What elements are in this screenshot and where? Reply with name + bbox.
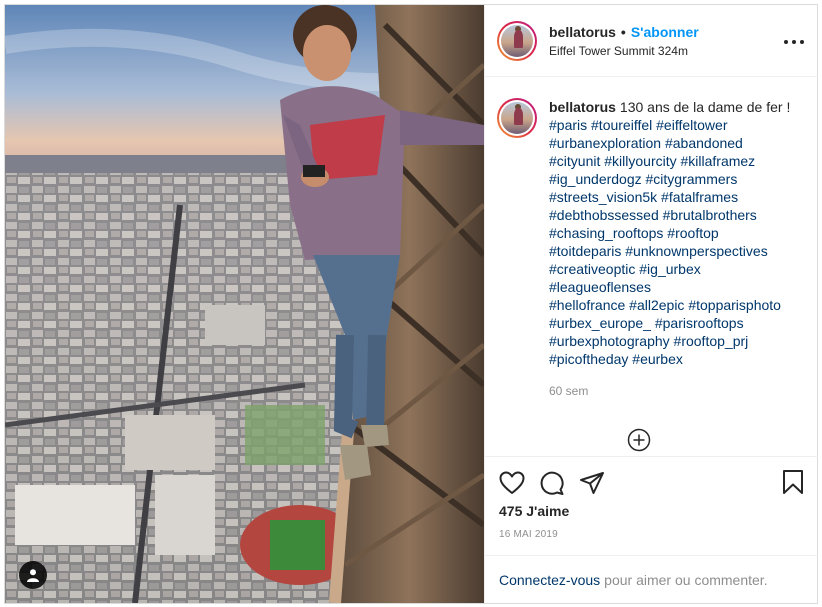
- hashtag-list: #paris #toureiffel #eiffeltower #urbanex…: [549, 116, 799, 368]
- more-options-icon[interactable]: [784, 35, 804, 49]
- hashtag-line[interactable]: #hellofrance #all2epic #topparisphoto: [549, 296, 799, 314]
- post-actions: 475 J'aime 16 MAI 2019: [485, 456, 818, 556]
- photo-eiffel-tower-rooftop: [5, 5, 484, 603]
- user-tag-icon[interactable]: [19, 561, 47, 589]
- post-details-panel: bellatorus • S'abonner Eiffel Tower Summ…: [484, 5, 818, 603]
- header-text: bellatorus • S'abonner Eiffel Tower Summ…: [549, 24, 699, 58]
- caption-row: bellatorus 130 ans de la dame de fer ! #p…: [497, 98, 804, 400]
- plus-circle-icon[interactable]: [627, 428, 651, 452]
- caption-avatar[interactable]: [497, 98, 537, 138]
- hashtag-line[interactable]: #creativeoptic #ig_urbex: [549, 260, 799, 278]
- paper-plane-icon[interactable]: [579, 470, 605, 496]
- comment-icon[interactable]: [539, 470, 565, 496]
- username-link[interactable]: bellatorus: [549, 24, 616, 40]
- separator-dot: •: [620, 23, 626, 40]
- hashtag-line[interactable]: #picoftheday #eurbex: [549, 350, 799, 368]
- action-icons-row: [499, 457, 804, 509]
- caption-message: 130 ans de la dame de fer !: [619, 99, 791, 115]
- login-link[interactable]: Connectez-vous: [499, 572, 600, 588]
- avatar[interactable]: [497, 20, 537, 61]
- hashtag-line[interactable]: #urbanexploration #abandoned: [549, 134, 799, 152]
- caption-text: bellatorus 130 ans de la dame de fer ! #p…: [549, 98, 799, 400]
- follow-button[interactable]: S'abonner: [631, 24, 699, 40]
- hashtag-line[interactable]: #urbexphotography #rooftop_prj: [549, 332, 799, 350]
- post-photo[interactable]: [5, 5, 484, 603]
- hashtag-line[interactable]: #urbex_europe_ #parisrooftops: [549, 314, 799, 332]
- hashtag-line[interactable]: #toitdeparis #unknownperspectives: [549, 242, 799, 260]
- likes-count[interactable]: 475 J'aime: [499, 503, 804, 519]
- hashtag-line[interactable]: #streets_vision5k #fatalframes: [549, 188, 799, 206]
- comment-login-prompt: Connectez-vous pour aimer ou commenter.: [485, 555, 818, 603]
- hashtag-line[interactable]: #ig_underdogz #citygrammers: [549, 170, 799, 188]
- hashtag-line[interactable]: #debthobssessed #brutalbrothers: [549, 206, 799, 224]
- location-link[interactable]: Eiffel Tower Summit 324m: [549, 44, 699, 58]
- hashtag-line[interactable]: #chasing_rooftops #rooftop: [549, 224, 799, 242]
- hashtag-line[interactable]: #leagueoflenses: [549, 278, 799, 296]
- comments-section: bellatorus 130 ans de la dame de fer ! #p…: [485, 78, 818, 456]
- hashtag-line[interactable]: #cityunit #killyourcity #killaframez: [549, 152, 799, 170]
- heart-icon[interactable]: [499, 470, 525, 496]
- bookmark-icon[interactable]: [780, 469, 806, 495]
- post-header: bellatorus • S'abonner Eiffel Tower Summ…: [485, 5, 818, 77]
- instagram-post: bellatorus • S'abonner Eiffel Tower Summ…: [4, 4, 818, 604]
- post-date[interactable]: 16 MAI 2019: [499, 529, 804, 540]
- caption-time-ago[interactable]: 60 sem: [549, 382, 799, 400]
- hashtag-line[interactable]: #paris #toureiffel #eiffeltower: [549, 116, 799, 134]
- caption-username-link[interactable]: bellatorus: [549, 99, 616, 115]
- comment-prompt-text: pour aimer ou commenter.: [604, 571, 768, 588]
